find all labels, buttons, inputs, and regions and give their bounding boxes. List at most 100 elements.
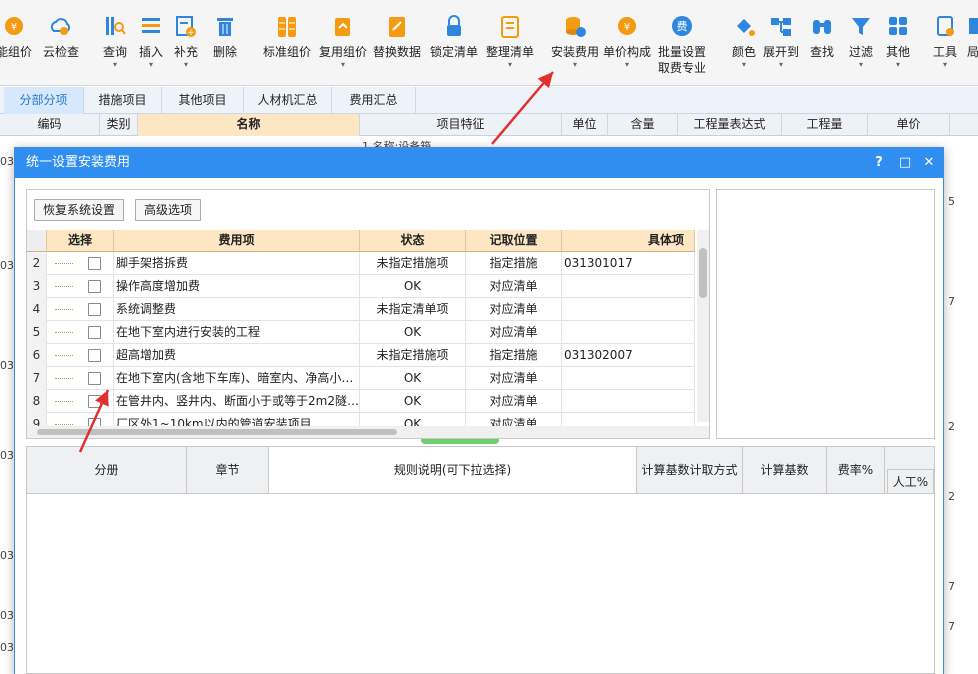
fee-item-row[interactable]: 4 系统调整费 未指定清单项 对应清单: [27, 298, 695, 321]
location-cell[interactable]: 对应清单: [466, 413, 562, 426]
row-checkbox[interactable]: [88, 372, 101, 385]
panel-splitter[interactable]: [421, 439, 499, 444]
row-number[interactable]: 3: [27, 275, 47, 298]
query-caret[interactable]: ▾: [101, 60, 129, 70]
vertical-scrollbar[interactable]: [697, 230, 709, 422]
detail-cell[interactable]: [562, 413, 695, 426]
supplement-button[interactable]: + 补充 ▾: [172, 14, 200, 70]
fee-item-row[interactable]: 3 操作高度增加费 OK 对应清单: [27, 275, 695, 298]
location-cell[interactable]: 对应清单: [466, 275, 562, 298]
detail-cell[interactable]: 031302007: [562, 344, 695, 367]
fee-item-name[interactable]: 在地下室内(含地下车库)、暗室内、净高小…: [114, 367, 360, 390]
fee-item-name[interactable]: 在地下室内进行安装的工程: [114, 321, 360, 344]
other-caret[interactable]: ▾: [884, 60, 912, 70]
row-checkbox[interactable]: [88, 326, 101, 339]
fee-item-name[interactable]: 厂区外1~10km以内的管道安装项目: [114, 413, 360, 426]
status-cell[interactable]: OK: [360, 390, 466, 413]
tab-material-summary[interactable]: 人材机汇总: [244, 87, 332, 114]
filter-button[interactable]: 过滤 ▾: [847, 14, 875, 70]
expand-to-caret[interactable]: ▾: [762, 60, 800, 70]
tools-caret[interactable]: ▾: [931, 60, 959, 70]
close-icon[interactable]: ✕: [921, 154, 937, 172]
fee-item-row[interactable]: 9 厂区外1~10km以内的管道安装项目 OK 对应清单: [27, 413, 695, 426]
status-cell[interactable]: OK: [360, 275, 466, 298]
status-cell[interactable]: OK: [360, 321, 466, 344]
other-button[interactable]: 其他 ▾: [884, 14, 912, 70]
col-labor-rate[interactable]: 人工%: [887, 469, 934, 493]
detail-cell[interactable]: 031301017: [562, 252, 695, 275]
status-cell[interactable]: 未指定措施项: [360, 252, 466, 275]
horizontal-scrollbar[interactable]: [27, 426, 709, 438]
tab-measures[interactable]: 措施项目: [84, 87, 162, 114]
row-checkbox[interactable]: [88, 280, 101, 293]
detail-cell[interactable]: [562, 390, 695, 413]
location-cell[interactable]: 对应清单: [466, 390, 562, 413]
color-button[interactable]: 颜色 ▾: [730, 14, 758, 70]
detail-cell[interactable]: [562, 367, 695, 390]
location-cell[interactable]: 对应清单: [466, 367, 562, 390]
lock-list-button[interactable]: 锁定清单: [429, 14, 479, 60]
row-number[interactable]: 7: [27, 367, 47, 390]
expand-to-button[interactable]: 展开到 ▾: [762, 14, 800, 70]
supplement-caret[interactable]: ▾: [172, 60, 200, 70]
fee-item-row[interactable]: 2 脚手架搭拆费 未指定措施项 指定措施 031301017: [27, 252, 695, 275]
status-cell[interactable]: OK: [360, 413, 466, 426]
row-checkbox[interactable]: [88, 303, 101, 316]
tab-other-items[interactable]: 其他项目: [162, 87, 244, 114]
unit-price-button[interactable]: ¥ 单价构成 ▾: [602, 14, 652, 70]
row-number[interactable]: 2: [27, 252, 47, 275]
col-quantity-expr[interactable]: 工程量表达式: [678, 114, 782, 136]
unit-price-caret[interactable]: ▾: [602, 60, 652, 70]
detail-cell[interactable]: [562, 298, 695, 321]
col-calc-base[interactable]: 计算基数: [743, 447, 827, 493]
row-checkbox[interactable]: [88, 257, 101, 270]
col-volume[interactable]: 分册: [27, 447, 187, 493]
row-checkbox[interactable]: [88, 349, 101, 362]
fee-item-name[interactable]: 脚手架搭拆费: [114, 252, 360, 275]
query-button[interactable]: 查询 ▾: [101, 14, 129, 70]
col-calc-mode[interactable]: 计算基数计取方式: [637, 447, 743, 493]
row-number[interactable]: 6: [27, 344, 47, 367]
batch-setting-button[interactable]: 费 批量设置 取费专业: [656, 14, 708, 76]
rule-table-body[interactable]: [26, 494, 935, 674]
row-checkbox[interactable]: [88, 418, 101, 426]
filter-caret[interactable]: ▾: [847, 60, 875, 70]
row-number[interactable]: 4: [27, 298, 47, 321]
replace-data-button[interactable]: 替换数据: [372, 14, 422, 60]
row-number[interactable]: 8: [27, 390, 47, 413]
standard-pricing-button[interactable]: 标准组价: [262, 14, 312, 60]
reuse-pricing-caret[interactable]: ▾: [318, 60, 368, 70]
delete-button[interactable]: 删除: [211, 14, 239, 60]
cloud-check-button[interactable]: 云检查: [40, 14, 82, 60]
install-fee-caret[interactable]: ▾: [550, 60, 600, 70]
fee-item-row[interactable]: 7 在地下室内(含地下车库)、暗室内、净高小… OK 对应清单: [27, 367, 695, 390]
col-unit[interactable]: 单位: [562, 114, 608, 136]
location-cell[interactable]: 对应清单: [466, 321, 562, 344]
tools-button[interactable]: 工具 ▾: [931, 14, 959, 70]
col-feature[interactable]: 项目特征: [360, 114, 562, 136]
fee-item-name[interactable]: 系统调整费: [114, 298, 360, 321]
organize-list-caret[interactable]: ▾: [485, 60, 535, 70]
row-number[interactable]: 9: [27, 413, 47, 426]
fee-item-row[interactable]: 6 超高增加费 未指定措施项 指定措施 031302007: [27, 344, 695, 367]
col-chapter[interactable]: 章节: [187, 447, 269, 493]
location-cell[interactable]: 指定措施: [466, 344, 562, 367]
col-rule-desc[interactable]: 规则说明(可下拉选择): [269, 447, 637, 493]
col-name[interactable]: 名称: [138, 114, 360, 136]
detail-cell[interactable]: [562, 321, 695, 344]
col-code[interactable]: 编码: [0, 114, 100, 136]
row-checkbox[interactable]: [88, 395, 101, 408]
organize-list-button[interactable]: 整理清单 ▾: [485, 14, 535, 70]
col-quantity[interactable]: 工程量: [782, 114, 868, 136]
horizontal-scroll-thumb[interactable]: [37, 429, 397, 435]
insert-caret[interactable]: ▾: [137, 60, 165, 70]
row-number[interactable]: 5: [27, 321, 47, 344]
location-cell[interactable]: 指定措施: [466, 252, 562, 275]
install-fee-button[interactable]: 安装费用 ▾: [550, 14, 600, 70]
col-unit-price[interactable]: 单价: [868, 114, 950, 136]
partial-button[interactable]: 局: [966, 14, 978, 60]
insert-button[interactable]: 插入 ▾: [137, 14, 165, 70]
find-button[interactable]: 查找: [808, 14, 836, 60]
fee-item-row[interactable]: 5 在地下室内进行安装的工程 OK 对应清单: [27, 321, 695, 344]
location-cell[interactable]: 对应清单: [466, 298, 562, 321]
